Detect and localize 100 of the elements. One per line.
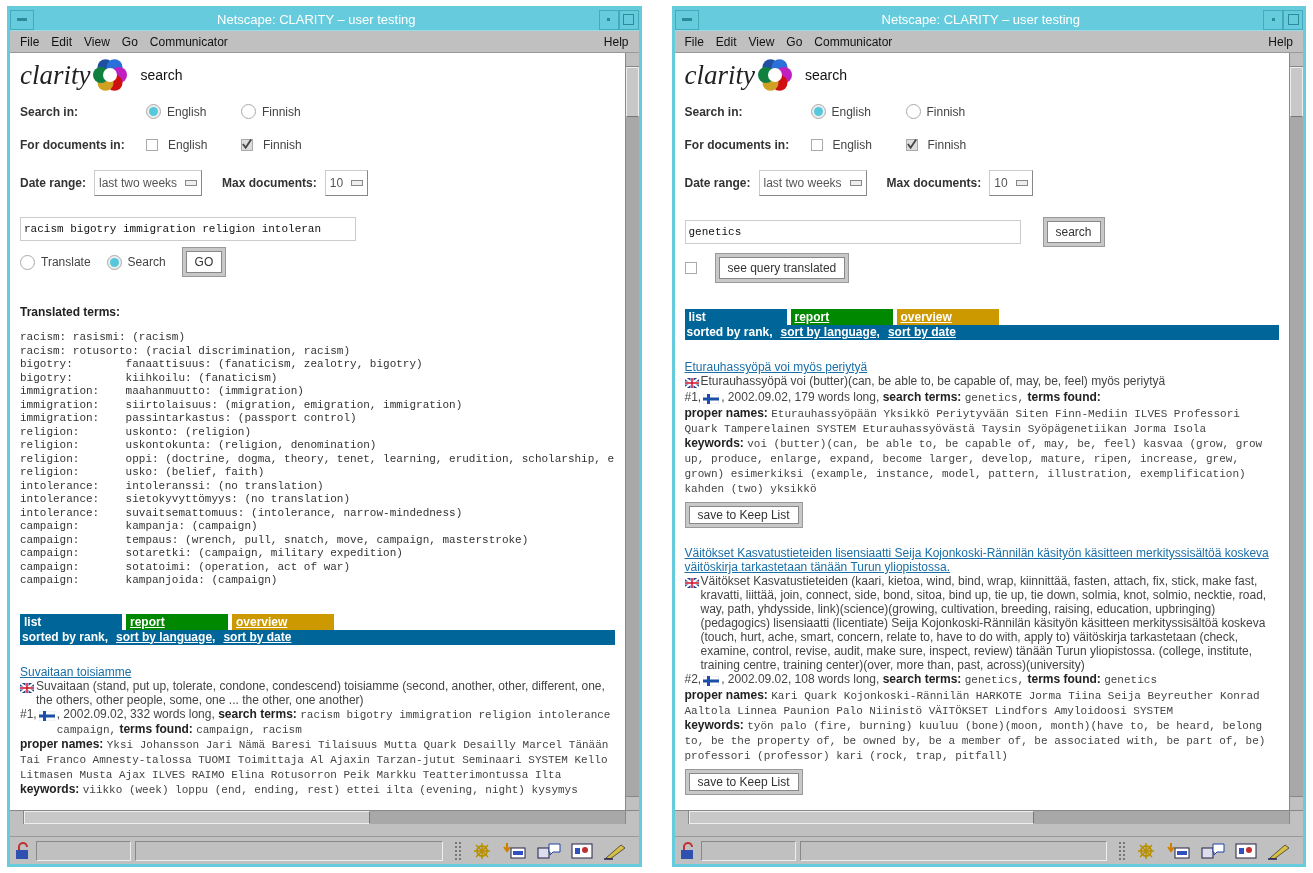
field-label: For documents in: <box>20 136 126 154</box>
field-label: For documents in: <box>684 136 791 154</box>
search-field[interactable]: genetics <box>684 220 1021 244</box>
menu-item[interactable]: Go <box>780 32 809 51</box>
chat-icon[interactable] <box>536 841 561 860</box>
checkmark-icon <box>906 139 917 150</box>
translated-term-line: campaign: sotaretki: (campaign, military expedition) <box>20 547 404 561</box>
horizontal-scrollbar[interactable] <box>674 810 1303 824</box>
maximize-button[interactable] <box>1283 9 1303 30</box>
checkbox-option[interactable]: English <box>810 135 906 154</box>
finland-flag-icon <box>703 676 720 686</box>
menu-item[interactable]: Go <box>115 32 144 51</box>
save-button[interactable]: save to Keep List <box>684 502 803 528</box>
grip-icon <box>454 841 461 860</box>
minimize-button[interactable] <box>1263 9 1283 30</box>
checkbox-option[interactable]: Finnish <box>241 135 615 154</box>
compass-icon[interactable] <box>1135 841 1157 860</box>
section-heading: Translated terms: <box>20 304 122 321</box>
see-query-button[interactable]: see query translated <box>714 253 850 283</box>
view-tab[interactable]: report <box>126 613 228 630</box>
page-heading: search <box>140 65 183 85</box>
minimize-button[interactable] <box>598 9 619 30</box>
flower-logo-icon <box>92 57 129 93</box>
result-details: , 2002.09.02, 179 words long, search terms: genetics, terms found: <box>721 390 1102 405</box>
menu-item[interactable]: View <box>78 32 116 51</box>
search-button[interactable]: search <box>1042 217 1105 247</box>
window-menu-button[interactable] <box>674 9 699 30</box>
translated-term-line: immigration: maahanmuutto: (immigration) <box>20 385 305 399</box>
dropdown[interactable]: 10 <box>989 170 1033 196</box>
result-rank: #1, <box>20 706 37 721</box>
maximize-button[interactable] <box>618 9 639 30</box>
chat-icon[interactable] <box>1201 841 1225 860</box>
logo-wordmark: clarity <box>20 58 91 92</box>
menu-item[interactable]: Help <box>597 32 635 51</box>
radio-option[interactable]: English <box>810 102 906 121</box>
finland-flag-icon <box>703 394 720 404</box>
menu-item[interactable]: Communicator <box>143 32 234 51</box>
dropdown[interactable]: last two weeks <box>758 170 867 196</box>
checkbox[interactable] <box>684 262 697 274</box>
menu-item[interactable]: Help <box>1262 32 1299 51</box>
radio-option[interactable]: Translate <box>20 253 91 271</box>
horizontal-scrollbar[interactable] <box>10 810 639 824</box>
translated-term-line: campaign: kampanjoida: (campaign) <box>20 574 279 588</box>
view-tab[interactable]: report <box>790 309 893 325</box>
checkbox-option[interactable]: English <box>146 135 241 154</box>
result-translation: Suvaitaan (stand, put up, tolerate, condone, condescend) toisiamme (second, another, other, different, one, the others, other people, some, one ... the other, one another) <box>36 678 606 707</box>
menu-item[interactable]: File <box>678 32 710 51</box>
checkmark-icon <box>242 139 252 150</box>
result-title-link[interactable]: Eturauhassyöpä voi myös periytyä <box>684 360 1279 374</box>
sort-link[interactable]: sorted by rank, <box>686 325 773 340</box>
field-label: Date range: <box>20 175 87 192</box>
vertical-scrollbar[interactable] <box>1289 53 1303 810</box>
go-button[interactable]: GO <box>181 247 227 277</box>
radio-option[interactable]: English <box>146 102 241 121</box>
view-tab[interactable]: list <box>20 613 122 630</box>
translated-term-line: bigotry: kiihkoilu: (fanaticism) <box>20 371 279 385</box>
result-rank: #1, <box>684 390 702 404</box>
save-button[interactable]: save to Keep List <box>684 769 803 795</box>
sort-link[interactable]: sort by language, <box>780 325 880 340</box>
sort-link[interactable]: sort by language, <box>116 629 216 645</box>
translated-term-line: racism: rasismi: (racism) <box>20 331 187 345</box>
uk-flag-icon <box>20 682 34 693</box>
menu-item[interactable]: Communicator <box>808 32 899 51</box>
translated-term-line: racism: rotusorto: (racial discrimination, racism) <box>20 344 352 358</box>
result-translation: Väitökset Kasvatustieteiden (kaari, kietoa, wind, bind, wrap, kiinnittää, fasten, attach, fix, stick, make fast, kravatti, liittää, join, connect, side, bond, sitoa, bind up, tie up, tie down, solmia, knot, solmio, necktie, road, way, path, yhdysside, link)(science)(growing, cultivation, breeding, raising, education, upbringing)(pedagogics) lisensiaatti (licentiate) Seija Kojonkoski-Rännilän käsityön käsitteen merkityssisältöä koskeva (touch, hurt, ache, smart, concern, relate to, have to do with, apply to) väitöskirja tarkastetaan (check, examine, control, revise, audit, make sure, inspect, review) tänään Turun yliopistossa. (college, institute, training centre, training center)(over, more than, past, across)(university) <box>700 574 1268 672</box>
result-title-link[interactable]: Suvaitaan toisiamme <box>20 664 615 679</box>
inbox-icon[interactable] <box>502 841 527 860</box>
inbox-icon[interactable] <box>1167 841 1191 860</box>
window-menu-button[interactable] <box>10 9 34 30</box>
search-field[interactable]: racism bigotry immigration religion intoleran <box>20 217 356 241</box>
view-tab[interactable]: list <box>684 309 787 325</box>
keywords: keywords: viikko (week) loppu (end, ending, rest) ettei ilta (evening, night) kysymys <box>20 781 579 797</box>
field-label: Max documents: <box>222 175 317 192</box>
translated-term-line: immigration: siirtolaisuus: (migration, emigration, immigration) <box>20 398 464 412</box>
finland-flag-icon <box>38 710 55 721</box>
radio-option[interactable]: Finnish <box>241 102 615 121</box>
menu-item[interactable]: View <box>742 32 781 51</box>
translated-term-line: campaign: kampanja: (campaign) <box>20 520 259 534</box>
address-card-icon[interactable] <box>1235 841 1257 860</box>
translated-term-line: immigration: passintarkastus: (passport control) <box>20 412 358 426</box>
address-card-icon[interactable] <box>570 841 593 860</box>
dropdown[interactable]: last two weeks <box>94 170 203 196</box>
checkbox-option[interactable]: Finnish <box>905 135 1279 154</box>
dropdown[interactable]: 10 <box>324 170 369 196</box>
field-label: Date range: <box>684 175 751 192</box>
sort-link[interactable]: sorted by rank, <box>22 629 109 645</box>
grip-icon <box>1119 841 1125 860</box>
translated-term-line: intolerance: suvaitsemattomuus: (intolerance, narrow-mindedness) <box>20 506 464 520</box>
result-rank: #2, <box>684 672 702 686</box>
window-title: Netscape: CLARITY – user testing <box>216 10 417 29</box>
menu-item[interactable]: Edit <box>709 32 743 51</box>
menu-item[interactable]: Edit <box>45 32 79 51</box>
menu-item[interactable]: File <box>14 32 46 51</box>
uk-flag-icon <box>684 578 699 588</box>
radio-option[interactable]: Finnish <box>905 102 1279 121</box>
radio-option[interactable]: Search <box>106 253 166 271</box>
sort-link[interactable]: sort by date <box>223 629 292 645</box>
sort-link[interactable]: sort by date <box>887 325 956 340</box>
result-title-link[interactable]: Väitökset Kasvatustieteiden lisensiaatti Seija Kojonkoski-Rännilän käsityön käsitteen merkityssisältöä koskeva väitöskirja tarkastetaan tänään Turun yliopistossa. <box>684 546 1279 574</box>
translated-term-line: bigotry: fanaattisuus: (fanaticism, zealotry, bigotry) <box>20 358 424 372</box>
